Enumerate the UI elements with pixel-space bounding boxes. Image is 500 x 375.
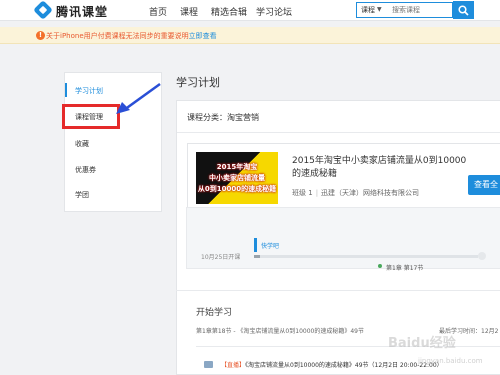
- notice-bar: ! 关于iPhone用户付费课程无法同步的重要说明立即查看: [0, 27, 500, 44]
- progress-track: [254, 252, 486, 260]
- view-course-button[interactable]: 查看全: [468, 175, 500, 195]
- course-title[interactable]: 2015年淘宝中小卖家店铺流量从0到10000的速成秘籍: [292, 155, 472, 181]
- course-thumbnail[interactable]: 2015年淘宝 中小卖家店铺流量 从0到10000的速成秘籍: [196, 152, 278, 204]
- page-title: 学习计划: [176, 76, 220, 89]
- nav-home[interactable]: 首页: [149, 5, 167, 18]
- search-input[interactable]: [392, 4, 450, 16]
- logo-icon[interactable]: [33, 0, 53, 20]
- progress-fill: [254, 255, 260, 258]
- divider: [176, 290, 500, 291]
- thumb-line-1: 2015年淘宝: [216, 163, 258, 171]
- nav-forum[interactable]: 学习论坛: [256, 5, 292, 18]
- sidebar-item-coupons[interactable]: 优惠券: [75, 165, 96, 175]
- progress-marker-label: 快学吧: [261, 243, 280, 250]
- current-chapter-label: 第1章 第17节: [386, 265, 424, 272]
- sidebar-active-indicator: [65, 83, 67, 97]
- bookmark-flag-icon: [254, 238, 257, 252]
- search-button[interactable]: [453, 1, 474, 19]
- live-lesson-row[interactable]: 【直播】《淘宝店铺流量从0到10000的速成秘籍》49节（12月2日 20:00…: [204, 360, 443, 369]
- current-position-dot: [378, 264, 382, 268]
- annotation-arrow-icon: [116, 82, 161, 114]
- notice-text: 关于iPhone用户付费课程无法同步的重要说明立即查看: [46, 31, 217, 41]
- divider: [177, 132, 500, 133]
- top-bar: 腾讯课堂 首页 课程 精选合辑 学习论坛 课程 ▼: [0, 0, 500, 21]
- notice-link[interactable]: 立即查看: [189, 32, 217, 40]
- search-category-select[interactable]: 课程: [361, 5, 375, 15]
- site-logo-text[interactable]: 腾讯课堂: [56, 3, 108, 20]
- search-box: 课程 ▼: [356, 2, 453, 18]
- nav-collections[interactable]: 精选合辑: [211, 5, 247, 18]
- sidebar-item-study-plan[interactable]: 学习计划: [75, 86, 103, 96]
- institution-name[interactable]: 迅建（天津）网络科技有限公司: [321, 189, 419, 197]
- video-icon: [204, 361, 213, 368]
- thumb-line-2: 中小卖家店铺流量: [209, 174, 265, 182]
- watermark-url: jingyan.baidu.com: [418, 357, 483, 365]
- course-start-date: 10月25日开课: [201, 254, 241, 261]
- start-learning-title: 开始学习: [196, 308, 233, 318]
- alert-icon: !: [36, 31, 45, 40]
- course-category-label: 课程分类：淘宝营销: [187, 113, 259, 122]
- live-tag: 【直播】: [221, 362, 246, 369]
- watermark-text: Baidu经验: [388, 336, 456, 351]
- search-icon: [458, 5, 469, 16]
- sidebar-item-favorites[interactable]: 收藏: [75, 139, 89, 149]
- thumb-line-3: 从0到10000的速成秘籍: [197, 185, 277, 193]
- nav-courses[interactable]: 课程: [180, 5, 198, 18]
- track-end-dot: [478, 252, 486, 260]
- notice-message: 关于iPhone用户付费课程无法同步的重要说明: [46, 32, 189, 40]
- class-label: 班级 1: [292, 189, 313, 197]
- course-meta: 班级 1 | 迅建（天津）网络科技有限公司: [292, 189, 420, 197]
- chevron-down-icon[interactable]: ▼: [377, 6, 382, 13]
- live-lesson-text[interactable]: 《淘宝店铺流量从0到10000的速成秘籍》49节（12月2日 20:00-22:…: [245, 362, 443, 369]
- sidebar-item-study-group[interactable]: 学团: [75, 190, 89, 200]
